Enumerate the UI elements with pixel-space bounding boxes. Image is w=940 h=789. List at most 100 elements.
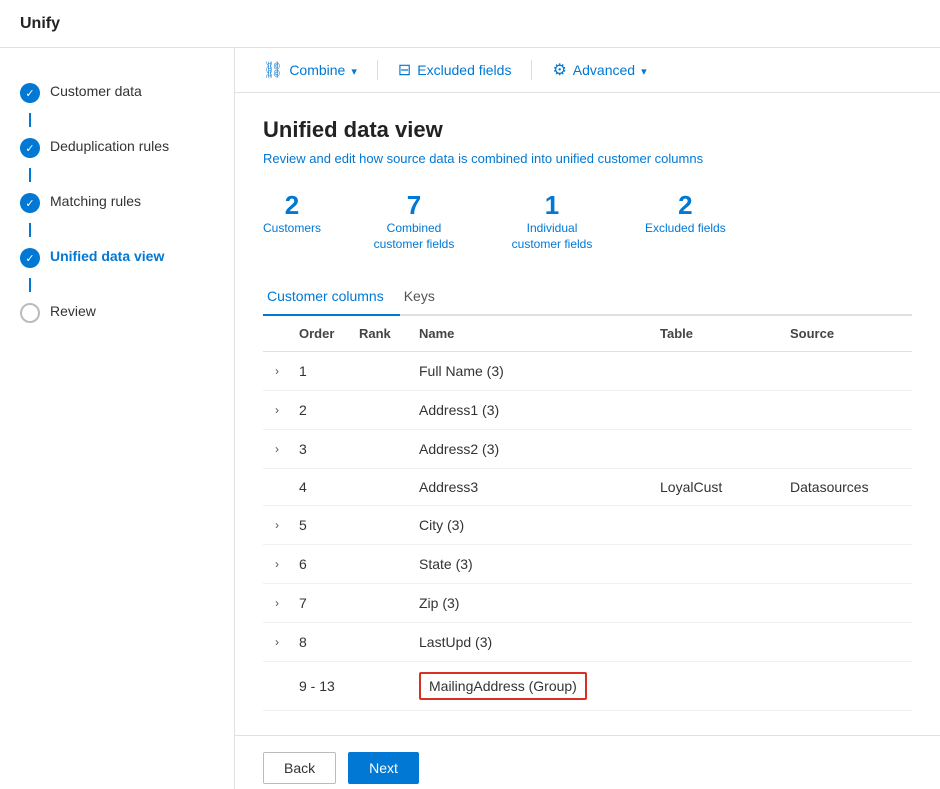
expand-chevron[interactable]: › [271, 516, 283, 534]
table-cell-source: Datasources [782, 469, 912, 506]
table-cell-source [782, 352, 912, 391]
footer: Back Next [235, 735, 940, 789]
table-cell-rank [351, 506, 411, 545]
table-cell-chevron: › [263, 506, 291, 545]
table-cell-rank [351, 391, 411, 430]
th-table: Table [652, 316, 782, 352]
sidebar-label-unified: Unified data view [50, 247, 164, 267]
advanced-button[interactable]: ⚙ Advanced [552, 60, 646, 80]
table-cell-name: LastUpd (3) [411, 623, 652, 662]
table-cell-table [652, 545, 782, 584]
table-cell-name: Address3 [411, 469, 652, 506]
table-cell-order: 5 [291, 506, 351, 545]
table-cell-chevron: › [263, 430, 291, 469]
expand-chevron[interactable]: › [271, 440, 283, 458]
table-cell-name: Zip (3) [411, 584, 652, 623]
sidebar-item-review[interactable]: Review [0, 292, 234, 333]
stat-excluded-fields[interactable]: 2 Excluded fields [645, 190, 726, 252]
expand-chevron[interactable]: › [271, 594, 283, 612]
table-cell-order: 9 - 13 [291, 662, 351, 711]
data-table: Order Rank Name Table Source ›1Full Name… [263, 316, 912, 711]
tab-keys[interactable]: Keys [400, 280, 451, 316]
table-row: › 2 Address1 (3) [263, 391, 912, 430]
expand-chevron[interactable]: › [271, 633, 283, 651]
sidebar: ✓ Customer data ✓ Deduplication rules ✓ … [0, 48, 235, 789]
table-cell-table [652, 506, 782, 545]
table-cell-rank [351, 545, 411, 584]
table-cell-name: Full Name (3) [411, 352, 652, 391]
expand-chevron[interactable]: › [271, 555, 283, 573]
highlighted-name: MailingAddress (Group) [419, 672, 587, 700]
stat-customers[interactable]: 2 Customers [263, 190, 321, 252]
tabs: Customer columns Keys [263, 280, 912, 316]
th-chevron [263, 316, 291, 352]
stat-individual-number: 1 [545, 190, 559, 221]
table-cell-name: City (3) [411, 506, 652, 545]
stat-individual-fields[interactable]: 1 Individual customer fields [507, 190, 597, 252]
table-cell-chevron [263, 662, 291, 711]
toolbar: ⛓ Combine ⊟ Excluded fields ⚙ Advanced [235, 48, 940, 93]
table-row: ›1Full Name (3) [263, 352, 912, 391]
table-cell-table: LoyalCust [652, 469, 782, 506]
sidebar-connector [29, 113, 31, 127]
table-row: 9 - 13 MailingAddress (Group) [263, 662, 912, 711]
sidebar-item-customer-data[interactable]: ✓ Customer data [0, 72, 234, 113]
sidebar-item-matching-rules[interactable]: ✓ Matching rules [0, 182, 234, 223]
next-button[interactable]: Next [348, 752, 419, 784]
excluded-fields-button[interactable]: ⊟ Excluded fields [398, 60, 512, 80]
table-cell-rank [351, 352, 411, 391]
completed-icon-3: ✓ [20, 193, 40, 213]
advanced-chevron [641, 62, 647, 78]
tab-customer-columns[interactable]: Customer columns [263, 280, 400, 316]
table-cell-order: 2 [291, 391, 351, 430]
sidebar-item-unified-data-view[interactable]: ✓ Unified data view [0, 237, 234, 278]
stat-customers-label: Customers [263, 221, 321, 237]
page-title: Unified data view [263, 117, 912, 143]
expand-chevron[interactable]: › [271, 401, 283, 419]
table-cell-chevron: › [263, 623, 291, 662]
sidebar-label-matching: Matching rules [50, 192, 141, 212]
th-order[interactable]: Order [291, 316, 351, 352]
page-subtitle: Review and edit how source data is combi… [263, 151, 912, 166]
completed-icon: ✓ [20, 83, 40, 103]
back-button[interactable]: Back [263, 752, 336, 784]
th-source: Source [782, 316, 912, 352]
sidebar-label-customer-data: Customer data [50, 82, 142, 102]
table-cell-order: 3 [291, 430, 351, 469]
stat-combined-fields[interactable]: 7 Combined customer fields [369, 190, 459, 252]
sidebar-connector-2 [29, 168, 31, 182]
table-cell-source [782, 506, 912, 545]
expand-chevron[interactable]: › [271, 362, 283, 380]
table-cell-chevron [263, 469, 291, 506]
stat-excluded-label: Excluded fields [645, 221, 726, 237]
table-row: › 3 Address2 (3) [263, 430, 912, 469]
advanced-label: Advanced [573, 62, 635, 78]
th-rank[interactable]: Rank [351, 316, 411, 352]
sidebar-item-deduplication-rules[interactable]: ✓ Deduplication rules [0, 127, 234, 168]
table-cell-name: State (3) [411, 545, 652, 584]
stat-individual-label: Individual customer fields [507, 221, 597, 252]
table-cell-name: Address1 (3) [411, 391, 652, 430]
table-cell-source [782, 545, 912, 584]
combine-label: Combine [289, 62, 345, 78]
table-cell-name: Address2 (3) [411, 430, 652, 469]
table-cell-rank [351, 430, 411, 469]
sidebar-connector-3 [29, 223, 31, 237]
table-cell-table [652, 391, 782, 430]
combine-button[interactable]: ⛓ Combine [263, 60, 357, 80]
table-cell-rank [351, 623, 411, 662]
app-title: Unify [20, 15, 60, 33]
table-header-row: Order Rank Name Table Source [263, 316, 912, 352]
stats-row: 2 Customers 7 Combined customer fields 1… [263, 190, 912, 252]
th-name: Name [411, 316, 652, 352]
page-content: Unified data view Review and edit how so… [235, 93, 940, 735]
table-cell-table [652, 584, 782, 623]
table-cell-rank [351, 584, 411, 623]
table-cell-source [782, 623, 912, 662]
stat-combined-label: Combined customer fields [369, 221, 459, 252]
completed-icon-4: ✓ [20, 248, 40, 268]
stat-customers-number: 2 [285, 190, 299, 221]
table-row: ›7Zip (3) [263, 584, 912, 623]
table-cell-chevron: › [263, 545, 291, 584]
table-cell-chevron: › [263, 391, 291, 430]
